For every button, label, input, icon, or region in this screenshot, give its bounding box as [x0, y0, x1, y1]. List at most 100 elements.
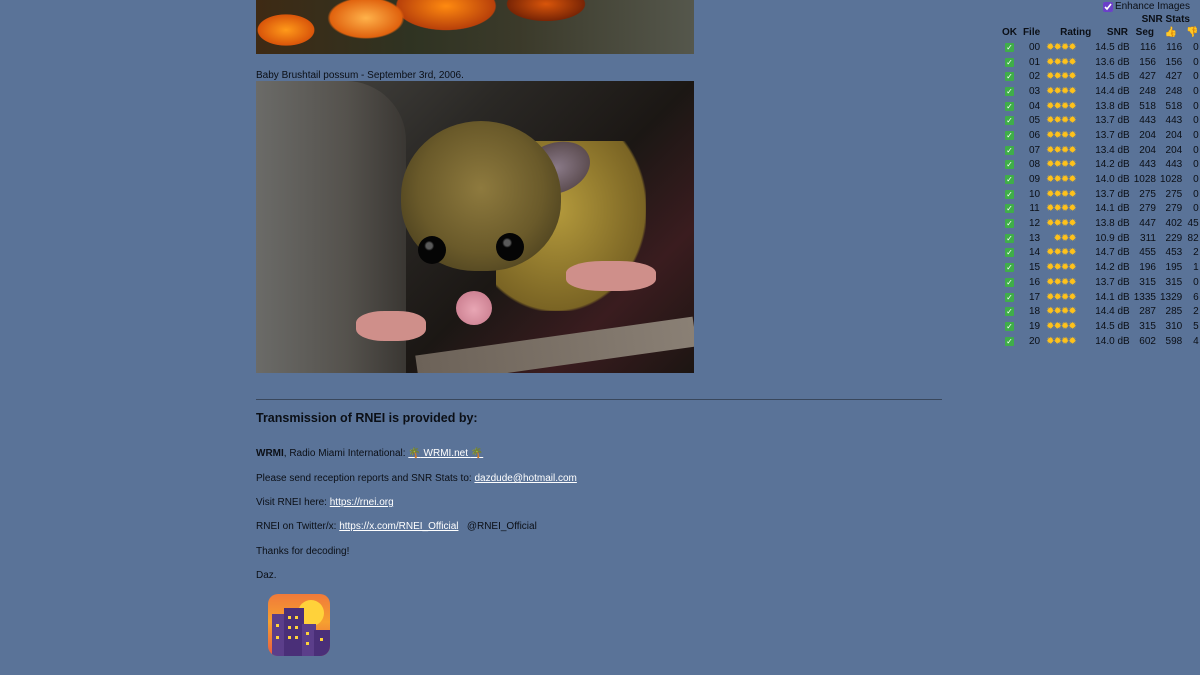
thumbs-up-count: 285 [1165, 306, 1183, 318]
ok-checkbox-icon[interactable]: ✓ [1000, 172, 1019, 187]
ok-checkbox-icon[interactable]: ✓ [1000, 334, 1019, 349]
star-icon: ✹ [1068, 247, 1076, 259]
star-icon: ✹ [1068, 85, 1076, 97]
col-file: File [1022, 27, 1041, 38]
visit-line: Visit RNEI here: https://rnei.org [256, 497, 394, 508]
ok-checkbox-icon[interactable]: ✓ [1000, 246, 1019, 261]
thumbs-up-count: 204 [1165, 129, 1183, 141]
check-icon: ✓ [1005, 145, 1014, 155]
thumbs-up-count: 279 [1165, 203, 1183, 215]
wrmi-link[interactable]: 🌴 WRMI.net 🌴 [408, 448, 483, 459]
table-row: ✓13✹✹✹✹10.9 dB31122982 [1000, 231, 1200, 246]
star-icon: ✹ [1068, 56, 1076, 68]
col-snr: SNR [1106, 27, 1129, 38]
ok-checkbox-icon[interactable]: ✓ [1000, 260, 1019, 275]
twitter-handle: @RNEI_Official [466, 521, 537, 532]
check-icon: ✓ [1005, 116, 1014, 126]
check-icon: ✓ [1005, 130, 1014, 140]
seg-count: 315 [1139, 320, 1156, 332]
ok-checkbox-icon[interactable]: ✓ [1000, 143, 1019, 158]
file-number: 09 [1029, 174, 1041, 186]
thumbs-up-count: 315 [1165, 276, 1183, 288]
seg-count: 116 [1140, 41, 1156, 53]
table-row: ✓ 05 ✹✹✹✹ 13.7 dB 443 443 0 [1000, 113, 1200, 128]
star-icon: ✹ [1053, 71, 1062, 83]
ok-checkbox-icon[interactable]: ✓ [1000, 202, 1019, 217]
signoff-text: Daz. [256, 570, 277, 581]
thumbs-down-count: 0 [1193, 41, 1199, 53]
seg-count: 204 [1139, 144, 1156, 156]
twitter-link[interactable]: https://x.com/RNEI_Official [339, 521, 458, 532]
snr-value: 13.7 dB [1095, 115, 1130, 127]
ok-checkbox-icon[interactable]: ✓ [1000, 290, 1019, 305]
thumbs-up-count: 1329 [1159, 291, 1183, 303]
enhance-images-toggle[interactable]: Enhance Images [1102, 1, 1190, 12]
thumbs-down-count: 4 [1193, 335, 1199, 347]
star-icon: ✹ [1046, 159, 1054, 171]
check-icon: ✓ [1005, 175, 1014, 185]
ok-checkbox-icon[interactable]: ✓ [1000, 319, 1019, 334]
star-icon: ✹ [1046, 320, 1054, 332]
rating-stars: ✹✹✹✹ [1044, 216, 1093, 231]
rating-stars: ✹✹✹✹ [1044, 290, 1093, 305]
seg-count: 518 [1139, 100, 1156, 112]
thumbs-down-count: 0 [1193, 276, 1199, 288]
star-icon: ✹ [1068, 71, 1076, 83]
check-icon: ✓ [1005, 160, 1014, 170]
star-icon: ✹ [1053, 100, 1062, 112]
star-icon: ✹ [1053, 188, 1062, 200]
file-number: 06 [1029, 129, 1041, 141]
thumbs-down-icon: 👎 [1186, 27, 1199, 38]
ok-checkbox-icon[interactable]: ✓ [1000, 304, 1019, 319]
file-number: 16 [1029, 276, 1041, 288]
file-number: 08 [1029, 159, 1041, 171]
table-row: ✓ 04 ✹✹✹✹ 13.8 dB 518 518 0 [1000, 99, 1200, 114]
ok-checkbox-icon[interactable]: ✓ [1000, 84, 1019, 99]
thumbs-up-count: 402 [1165, 218, 1183, 230]
ok-checkbox-icon[interactable]: ✓ [1000, 128, 1019, 143]
thumbs-up-count: 229 [1165, 232, 1183, 244]
file-number: 00 [1029, 41, 1041, 53]
thumbs-up-count: 1028 [1159, 174, 1183, 186]
check-icon: ✓ [1005, 277, 1014, 287]
col-rating: Rating [1060, 27, 1092, 38]
star-icon: ✹ [1046, 306, 1054, 318]
check-icon: ✓ [1005, 42, 1014, 52]
seg-count: 275 [1139, 188, 1156, 200]
file-number: 04 [1029, 100, 1041, 112]
rating-stars: ✹✹✹✹ [1044, 113, 1093, 128]
snr-value: 14.1 dB [1095, 203, 1130, 215]
star-icon: ✹ [1053, 159, 1062, 171]
table-row: ✓ 08 ✹✹✹✹ 14.2 dB 443 443 0 [1000, 158, 1200, 173]
star-icon: ✹ [1068, 262, 1076, 274]
ok-checkbox-icon[interactable]: ✓ [1000, 216, 1019, 231]
email-link[interactable]: dazdude@hotmail.com [474, 473, 576, 484]
star-icon: ✹ [1068, 218, 1076, 230]
ok-checkbox-icon[interactable]: ✓ [1000, 231, 1019, 246]
ok-checkbox-icon[interactable]: ✓ [1000, 40, 1019, 55]
star-icon: ✹ [1046, 71, 1054, 83]
ok-checkbox-icon[interactable]: ✓ [1000, 55, 1019, 70]
thumbs-down-count: 45 [1187, 218, 1199, 230]
rating-stars: ✹✹✹✹ [1044, 260, 1093, 275]
rnei-link[interactable]: https://rnei.org [330, 497, 394, 508]
star-icon: ✹ [1068, 232, 1076, 244]
ok-checkbox-icon[interactable]: ✓ [1000, 113, 1019, 128]
ok-checkbox-icon[interactable]: ✓ [1000, 99, 1019, 114]
enhance-images-checkbox[interactable] [1102, 1, 1113, 12]
rating-stars: ✹✹✹✹ [1044, 172, 1093, 187]
snr-value: 13.7 dB [1095, 129, 1130, 141]
ok-checkbox-icon[interactable]: ✓ [1000, 158, 1019, 173]
seg-count: 204 [1139, 129, 1156, 141]
thumbs-down-count: 5 [1193, 320, 1199, 332]
star-icon: ✹ [1053, 306, 1062, 318]
ok-checkbox-icon[interactable]: ✓ [1000, 69, 1019, 84]
snr-value: 13.7 dB [1095, 276, 1130, 288]
star-icon: ✹ [1053, 144, 1062, 156]
star-icon: ✹ [1046, 144, 1054, 156]
wrmi-line: WRMI, Radio Miami International: 🌴 WRMI.… [256, 448, 483, 459]
star-icon: ✹ [1068, 159, 1076, 171]
ok-checkbox-icon[interactable]: ✓ [1000, 187, 1019, 202]
ok-checkbox-icon[interactable]: ✓ [1000, 275, 1019, 290]
star-icon: ✹ [1068, 306, 1076, 318]
